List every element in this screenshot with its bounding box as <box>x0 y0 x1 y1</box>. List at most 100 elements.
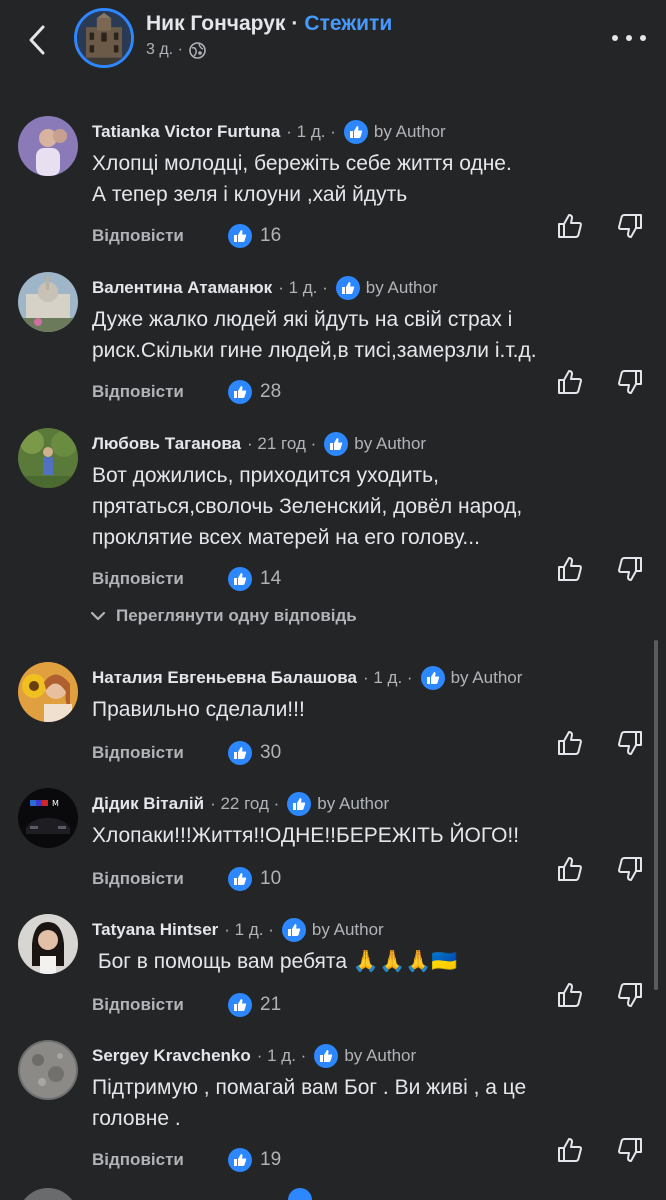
view-replies-link[interactable]: Переглянути одну відповідь <box>90 606 357 626</box>
thumbs-up-icon <box>314 1044 339 1068</box>
like-count: 28 <box>260 381 282 402</box>
like-summary[interactable]: 28 <box>228 380 281 404</box>
author-badge-label: by Author <box>317 794 390 813</box>
thumbs-down-outline-icon[interactable] <box>616 729 644 757</box>
thumbs-down-outline-icon[interactable] <box>616 855 644 883</box>
commenter-name[interactable]: Любовь Таганова <box>92 434 241 454</box>
comment-header: Tatyana Hintser · 1 д. · by Author <box>92 918 384 942</box>
thumbs-down-outline-icon[interactable] <box>616 1136 644 1164</box>
comment-text-line: прятаться,сволочь Зеленский, довёл народ… <box>92 495 523 518</box>
thumbs-up-outline-icon[interactable] <box>556 981 584 1009</box>
comment-header: Sergey Kravchenko · 1 д. · by Author <box>92 1044 416 1068</box>
like-summary[interactable]: 30 <box>228 741 281 765</box>
page-name[interactable]: Ник Гончарук <box>146 12 285 35</box>
reply-button[interactable]: Відповісти <box>92 382 184 402</box>
author-badge-label: by Author <box>365 278 438 297</box>
reply-button[interactable]: Відповісти <box>92 569 184 589</box>
thumbs-down-outline-icon[interactable] <box>616 981 644 1009</box>
thumbs-up-icon <box>228 993 252 1017</box>
post-time: 3 д. · <box>146 41 183 58</box>
commenter-name[interactable]: Tatianka Victor Furtuna <box>92 122 280 142</box>
comment-header: Дідик Віталій · 22 год · by Author <box>92 792 389 816</box>
thumbs-up-outline-icon[interactable] <box>556 855 584 883</box>
like-summary[interactable]: 16 <box>228 224 281 248</box>
follow-button[interactable]: Стежити <box>304 12 392 35</box>
comment-actions: Відповісти 16 <box>92 214 652 248</box>
page-title-row: Ник Гончарук · Стежити <box>146 12 392 36</box>
thumbs-up-icon <box>288 1188 312 1200</box>
like-count: 10 <box>260 868 282 889</box>
comment-time: · 1 д. · <box>256 1046 307 1065</box>
avatar[interactable]: M <box>18 788 78 848</box>
thumbs-down-outline-icon[interactable] <box>616 212 644 240</box>
reply-button[interactable]: Відповісти <box>92 995 184 1015</box>
reply-button[interactable]: Відповісти <box>92 226 184 246</box>
like-summary[interactable]: 19 <box>228 1148 281 1172</box>
like-count: 14 <box>260 568 282 589</box>
like-summary[interactable]: 10 <box>228 867 281 891</box>
reply-button[interactable]: Відповісти <box>92 869 184 889</box>
thumbs-up-outline-icon[interactable] <box>556 555 584 583</box>
thumbs-up-outline-icon[interactable] <box>556 729 584 757</box>
back-button[interactable] <box>22 20 52 60</box>
commenter-name[interactable]: Tatyana Hintser <box>92 920 218 940</box>
thumbs-up-outline-icon[interactable] <box>556 1136 584 1164</box>
comment-header: Tatianka Victor Furtuna · 1 д. · by Auth… <box>92 120 446 144</box>
comment-header: Наталия Евгеньевна Балашова · 1 д. · by … <box>92 666 522 690</box>
reply-button[interactable]: Відповісти <box>92 1150 184 1170</box>
thumbs-up-outline-icon[interactable] <box>556 368 584 396</box>
reply-button[interactable]: Відповісти <box>92 743 184 763</box>
thumbs-up-icon <box>228 567 252 591</box>
thumbs-up-icon <box>281 918 306 942</box>
comment-text-line: Бог в помощь вам ребята 🙏🙏🙏🇺🇦 <box>92 950 458 973</box>
post-header: Ник Гончарук · Стежити 3 д. · <box>0 0 666 92</box>
more-options-button[interactable] <box>612 26 646 50</box>
thumbs-down-outline-icon[interactable] <box>616 368 644 396</box>
avatar[interactable] <box>18 662 78 722</box>
commenter-name[interactable]: Наталия Евгеньевна Балашова <box>92 668 357 688</box>
comment-text: Бог в помощь вам ребята 🙏🙏🙏🇺🇦 <box>92 946 622 977</box>
comment-text-line: головне . <box>92 1107 181 1130</box>
comment-text-line: проклятие всех матерей на его голову... <box>92 526 480 549</box>
scrollbar[interactable] <box>654 640 658 990</box>
avatar[interactable] <box>18 116 78 176</box>
avatar[interactable] <box>18 428 78 488</box>
avatar[interactable] <box>18 272 78 332</box>
thumbs-up-icon <box>343 120 368 144</box>
comment-actions: Відповісти 14 <box>92 557 652 591</box>
comment-text: Правильно сделали!!! <box>92 694 622 725</box>
chevron-left-icon <box>29 25 45 55</box>
comment-header: Любовь Таганова · 21 год · by Author <box>92 432 426 456</box>
svg-text:M: M <box>52 799 59 808</box>
avatar[interactable] <box>18 914 78 974</box>
building-image <box>77 11 131 65</box>
avatar[interactable] <box>18 1040 78 1100</box>
comment-text-line: Підтримую , помагай вам Бог . Ви живі , … <box>92 1076 527 1099</box>
thumbs-down-outline-icon[interactable] <box>616 555 644 583</box>
author-badge-label: by Author <box>373 122 446 141</box>
like-count: 16 <box>260 225 282 246</box>
comment-actions: Відповісти 19 <box>92 1138 652 1172</box>
thumbs-up-icon <box>335 276 360 300</box>
comment-text-line: Дуже жалко людей які йдуть на свій страх… <box>92 308 513 331</box>
comment-time: · 1 д. · <box>286 122 336 141</box>
comment-text-line: А тепер зеля і клоуни ,хай йдуть <box>92 183 408 206</box>
commenter-name[interactable]: Валентина Атаманюк <box>92 278 272 298</box>
thumbs-up-outline-icon[interactable] <box>556 212 584 240</box>
page-avatar[interactable] <box>74 8 134 68</box>
avatar[interactable] <box>18 1188 78 1200</box>
commenter-name[interactable]: Sergey Kravchenko <box>92 1046 251 1066</box>
like-summary[interactable]: 14 <box>228 567 281 591</box>
comment-text: Вот дожились, приходится уходить, прятат… <box>92 460 622 553</box>
comment-text: Хлопці молодці, бережіть себе життя одне… <box>92 148 622 210</box>
comment-text-line: Вот дожились, приходится уходить, <box>92 464 439 487</box>
comment-time: · 1 д. · <box>224 920 274 939</box>
like-summary[interactable]: 21 <box>228 993 281 1017</box>
commenter-name[interactable]: Дідик Віталій <box>92 794 204 814</box>
thumbs-up-icon <box>228 741 252 765</box>
comment-time: · 21 год · <box>247 434 317 453</box>
dot-icon <box>640 35 646 41</box>
comment-actions: Відповісти 10 <box>92 857 652 891</box>
author-badge-label: by Author <box>311 920 384 939</box>
post-meta: 3 д. · <box>146 41 206 59</box>
